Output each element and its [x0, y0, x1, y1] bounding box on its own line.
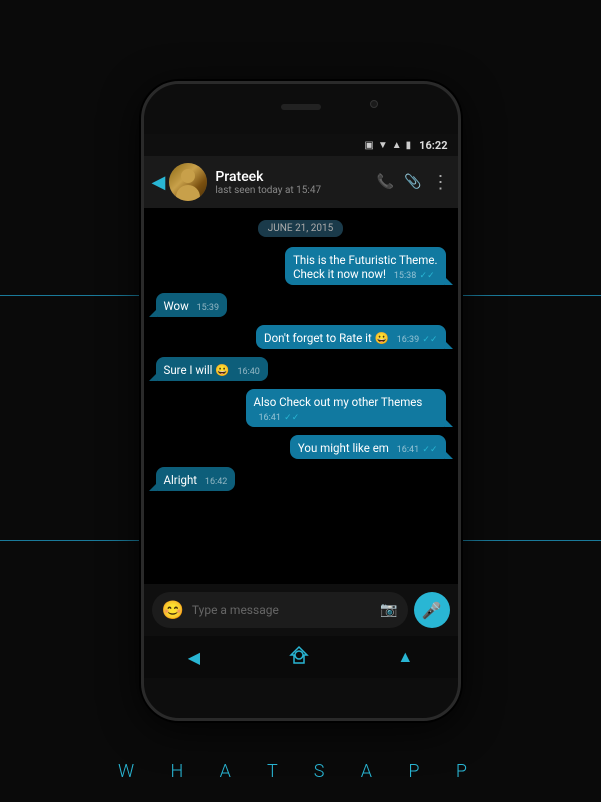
- date-label: JUNE 21, 2015: [258, 220, 343, 237]
- vibrate-icon: ▣: [364, 140, 373, 151]
- message-bubble-5: Also Check out my other Themes 16:41 ✓✓: [246, 389, 446, 427]
- read-check-1: ✓✓: [420, 271, 435, 281]
- message-bubble-6: You might like em 16:41 ✓✓: [290, 435, 446, 459]
- message-time-1: 15:38 ✓✓: [394, 271, 435, 281]
- message-time-2: 15:39: [197, 303, 219, 313]
- phone-speaker: [281, 104, 321, 110]
- nav-recents-icon[interactable]: ▲: [397, 647, 413, 667]
- wifi-icon: ▼: [378, 140, 388, 151]
- message-text-3: Don't forget to Rate it 😀: [264, 331, 389, 345]
- status-bar-right: ▣ ▼ ▲ ▮ 16:22: [364, 139, 447, 152]
- chat-body: JUNE 21, 2015 This is the Futuristic The…: [144, 208, 458, 584]
- more-icon[interactable]: ⋮: [432, 172, 450, 193]
- camera-icon[interactable]: 📷: [380, 602, 397, 618]
- chat-actions: 📞 📎 ⋮: [377, 172, 450, 193]
- message-row-6: You might like em 16:41 ✓✓: [156, 435, 446, 459]
- status-time: 16:22: [419, 139, 447, 152]
- read-check-3: ✓✓: [422, 335, 437, 345]
- nav-back-icon[interactable]: ◀: [188, 648, 200, 667]
- message-row-5: Also Check out my other Themes 16:41 ✓✓: [156, 389, 446, 427]
- back-button[interactable]: ◀: [152, 172, 166, 193]
- mic-icon: 🎤: [422, 601, 442, 620]
- message-bubble-2: Wow 15:39: [156, 293, 228, 317]
- phone-nav: ◀ ▲: [144, 636, 458, 678]
- message-row-3: Don't forget to Rate it 😀 16:39 ✓✓: [156, 325, 446, 349]
- attach-icon[interactable]: 📎: [404, 174, 421, 190]
- message-bubble-4: Sure I will 😀 16:40: [156, 357, 268, 381]
- message-row-4: Sure I will 😀 16:40: [156, 357, 446, 381]
- phone-camera: [370, 100, 378, 108]
- read-check-5: ✓✓: [284, 413, 299, 423]
- mic-button[interactable]: 🎤: [414, 592, 450, 628]
- app-title: W H A T S A P P: [118, 761, 483, 782]
- message-time-3: 16:39 ✓✓: [397, 335, 438, 345]
- avatar-image: [169, 163, 207, 201]
- message-text-2: Wow: [164, 299, 189, 313]
- message-time-5: 16:41 ✓✓: [259, 413, 300, 423]
- message-row-2: Wow 15:39: [156, 293, 446, 317]
- contact-status: last seen today at 15:47: [215, 185, 376, 196]
- signal-icon: ▲: [392, 140, 402, 151]
- status-bar: ▣ ▼ ▲ ▮ 16:22: [144, 134, 458, 156]
- message-text-4: Sure I will 😀: [164, 363, 230, 377]
- message-bubble-3: Don't forget to Rate it 😀 16:39 ✓✓: [256, 325, 445, 349]
- read-check-6: ✓✓: [422, 445, 437, 455]
- message-text-5: Also Check out my other Themes: [254, 395, 423, 409]
- chat-header: ◀ Prateek last seen today at 15:47 📞 📎 ⋮: [144, 156, 458, 208]
- nav-home-icon[interactable]: [289, 645, 309, 670]
- battery-icon: ▮: [406, 140, 412, 151]
- message-input[interactable]: Type a message: [192, 603, 372, 617]
- input-bar: 😊 Type a message 📷 🎤: [144, 584, 458, 636]
- call-icon[interactable]: 📞: [377, 174, 394, 190]
- message-time-6: 16:41 ✓✓: [397, 445, 438, 455]
- message-time-4: 16:40: [237, 367, 259, 377]
- contact-name: Prateek: [215, 169, 376, 185]
- contact-info: Prateek last seen today at 15:47: [215, 169, 376, 196]
- message-bubble-7: Alright 16:42: [156, 467, 236, 491]
- scene: ▣ ▼ ▲ ▮ 16:22 ◀ Prateek last seen today …: [0, 0, 601, 802]
- contact-avatar: [169, 163, 207, 201]
- emoji-button[interactable]: 😊: [162, 600, 184, 621]
- message-row-7: Alright 16:42: [156, 467, 446, 491]
- message-bubble-1: This is the Futuristic Theme.Check it no…: [285, 247, 445, 285]
- message-row-1: This is the Futuristic Theme.Check it no…: [156, 247, 446, 285]
- message-text-6: You might like em: [298, 441, 389, 455]
- phone-top-bezel: [144, 84, 458, 134]
- phone-bottom-bezel: [144, 678, 458, 718]
- phone-device: ▣ ▼ ▲ ▮ 16:22 ◀ Prateek last seen today …: [141, 81, 461, 721]
- input-field-container[interactable]: 😊 Type a message 📷: [152, 592, 408, 628]
- message-text-7: Alright: [164, 473, 198, 487]
- message-time-7: 16:42: [205, 477, 227, 487]
